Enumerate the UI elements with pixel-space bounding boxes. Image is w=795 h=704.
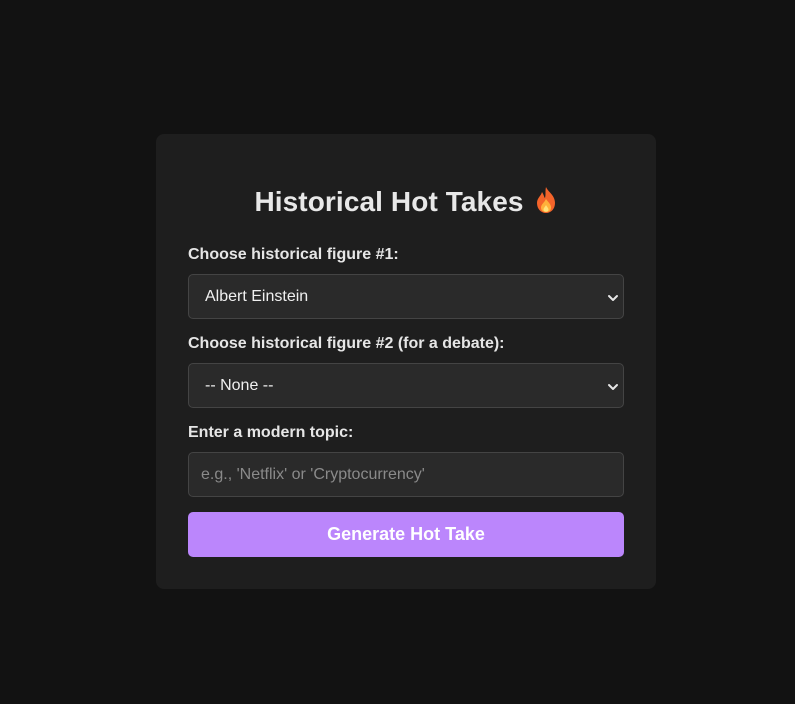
topic-placeholder: e.g., 'Netflix' or 'Cryptocurrency' — [201, 465, 425, 483]
figure1-select[interactable]: Albert Einstein — [188, 274, 624, 319]
flame-icon — [534, 186, 558, 221]
figure2-label: Choose historical figure #2 (for a debat… — [188, 335, 505, 352]
figure2-select[interactable]: -- None -- — [188, 363, 624, 408]
figure2-selected-value: -- None -- — [205, 376, 274, 394]
generate-hot-take-button[interactable]: Generate Hot Take — [188, 512, 624, 557]
chevron-down-icon — [607, 291, 619, 309]
page-title: Historical Hot Takes — [156, 186, 656, 221]
topic-label: Enter a modern topic: — [188, 424, 354, 441]
topic-input[interactable]: e.g., 'Netflix' or 'Cryptocurrency' — [188, 452, 624, 497]
chevron-down-icon — [607, 380, 619, 398]
figure1-selected-value: Albert Einstein — [205, 287, 309, 305]
hot-takes-card: Historical Hot Takes Choose historical f… — [156, 134, 656, 589]
figure1-label: Choose historical figure #1: — [188, 246, 399, 263]
page-title-text: Historical Hot Takes — [254, 186, 524, 217]
